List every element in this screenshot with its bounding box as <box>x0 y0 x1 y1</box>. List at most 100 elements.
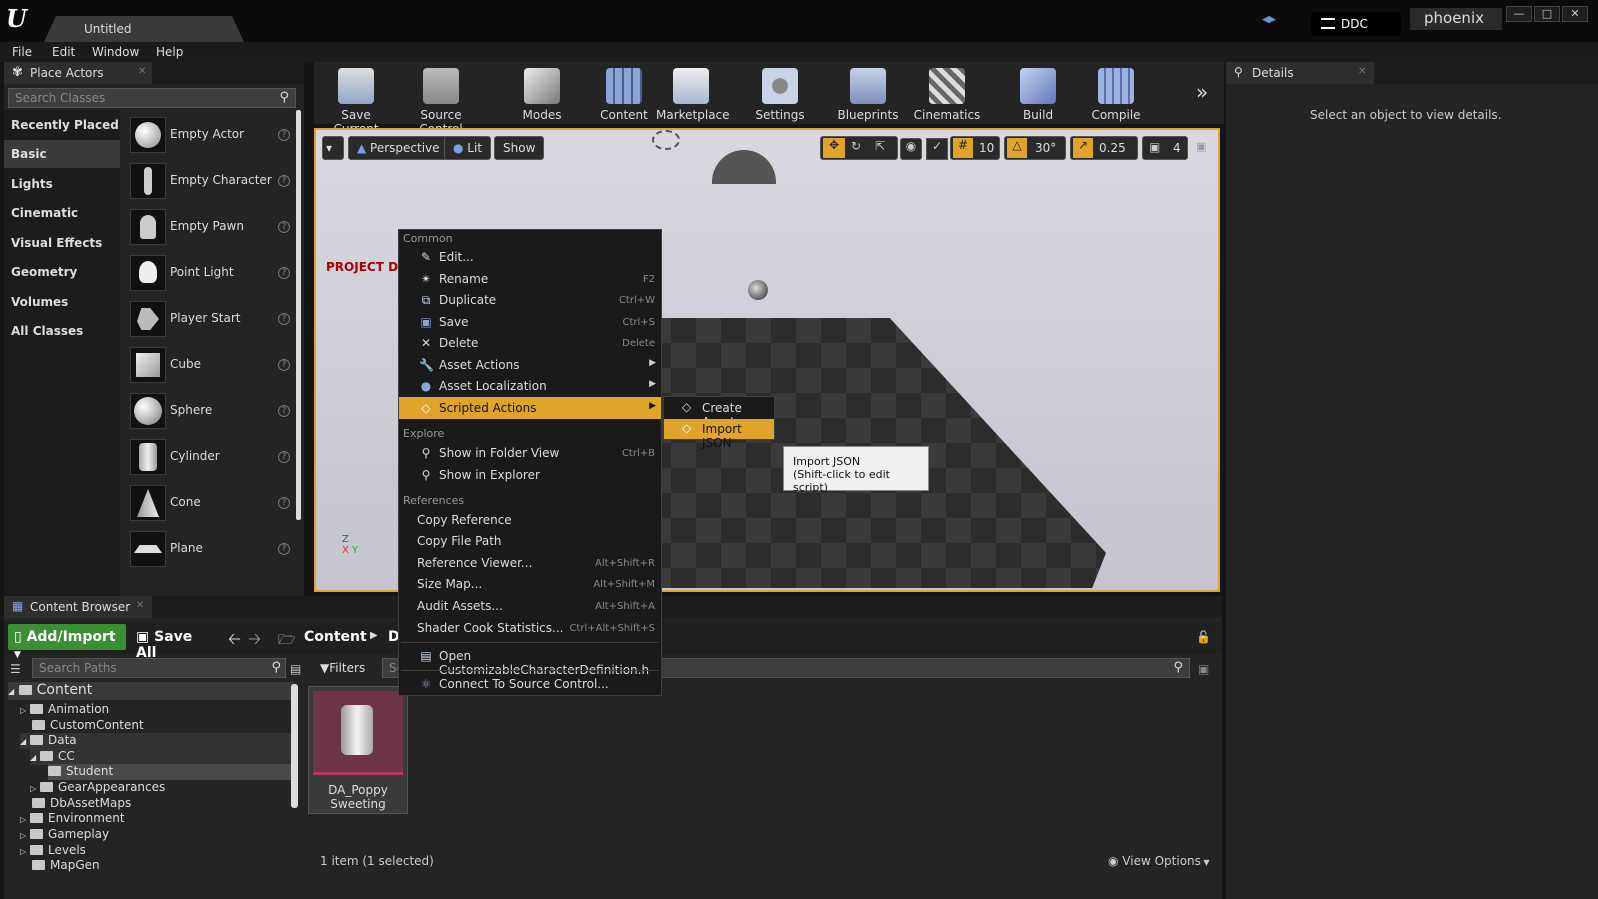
menu-file[interactable]: File <box>12 45 32 59</box>
menu-item-copy-file-path[interactable]: Copy File Path <box>399 530 661 552</box>
tree-node-customcontent[interactable]: CustomContent <box>32 718 144 734</box>
menu-item-save[interactable]: ▣ Save Ctrl+S <box>399 311 661 333</box>
help-icon[interactable]: ? <box>278 175 290 187</box>
category-volumes[interactable]: Volumes <box>4 288 120 316</box>
lock-icon[interactable]: 🔓 <box>1196 630 1211 644</box>
rotate-tool-icon[interactable]: ↻ <box>851 139 861 153</box>
help-icon[interactable]: ? <box>278 405 290 417</box>
viewport-options-button[interactable]: ▾ <box>322 136 344 160</box>
menu-help[interactable]: Help <box>156 45 183 59</box>
menu-item-connect-source-control[interactable]: ⚛ Connect To Source Control... <box>399 673 661 695</box>
menu-item-asset-localization[interactable]: ● Asset Localization ▶ <box>399 375 661 397</box>
tree-node-gearappearances[interactable]: ▷ GearAppearances <box>30 780 165 796</box>
close-tab-icon[interactable]: ✕ <box>138 66 146 77</box>
menu-item-audit-assets[interactable]: Audit Assets... Alt+Shift+A <box>399 595 661 617</box>
filters-button[interactable]: ▼Filters <box>316 658 376 678</box>
tree-node-data[interactable]: ◢ Data <box>20 733 294 749</box>
breadcrumb-arrow-icon[interactable]: ▶ <box>370 630 378 641</box>
ddc-indicator[interactable]: DDC <box>1311 12 1401 36</box>
category-visual-effects[interactable]: Visual Effects <box>4 229 120 257</box>
source-control-button[interactable]: Source Control <box>398 62 484 136</box>
cinematics-button[interactable]: Cinematics <box>912 62 982 124</box>
actor-item-cone[interactable]: Cone? <box>126 481 296 525</box>
menu-item-size-map[interactable]: Size Map... Alt+Shift+M <box>399 573 661 595</box>
actor-item-cube[interactable]: Cube? <box>126 343 296 387</box>
help-icon[interactable]: ? <box>278 313 290 325</box>
modes-button[interactable]: Modes <box>512 62 572 124</box>
help-icon[interactable]: ? <box>278 267 290 279</box>
menu-item-import-json[interactable]: ◇ Import JSON <box>664 419 774 450</box>
tree-node-content[interactable]: ◢ Content <box>8 682 294 700</box>
blueprints-button[interactable]: Blueprints <box>834 62 902 124</box>
asset-tile[interactable]: DA_Poppy Sweeting <box>308 686 408 814</box>
search-classes-input[interactable]: Search Classes ⚲ <box>8 88 296 108</box>
close-button[interactable]: ✕ <box>1562 6 1588 22</box>
maximize-viewport-icon[interactable]: ▣ <box>1196 140 1206 153</box>
scale-tool-icon[interactable]: ⇱ <box>875 139 885 153</box>
menu-item-reference-viewer[interactable]: Reference Viewer... Alt+Shift+R <box>399 552 661 574</box>
actor-item-player-start[interactable]: Player Start? <box>126 297 296 341</box>
tree-node-animation[interactable]: ▷ Animation <box>20 702 109 718</box>
menu-item-shader-cook-statistics[interactable]: Shader Cook Statistics... Ctrl+Alt+Shift+… <box>399 617 661 639</box>
minimize-button[interactable]: — <box>1506 6 1532 22</box>
actor-item-empty-actor[interactable]: Empty Actor? <box>126 113 296 157</box>
grid-icon[interactable]: # <box>953 138 973 158</box>
marketplace-button[interactable]: Marketplace <box>656 62 730 124</box>
scale-snap-icon[interactable]: ↗ <box>1073 138 1093 158</box>
world-local-icon[interactable]: ◉ <box>900 138 922 160</box>
menu-item-show-in-folder-view[interactable]: ⚲ Show in Folder View Ctrl+B <box>399 442 661 464</box>
tree-node-dbassetmaps[interactable]: DbAssetMaps <box>32 796 131 812</box>
category-recently-placed[interactable]: Recently Placed <box>4 111 120 139</box>
document-tab[interactable]: Untitled <box>44 16 244 42</box>
menu-item-rename[interactable]: ✴ Rename F2 <box>399 268 661 290</box>
menu-item-delete[interactable]: ✕ Delete Delete <box>399 332 661 354</box>
menu-item-edit[interactable]: ✎ Edit... <box>399 246 661 268</box>
lit-button[interactable]: ● Lit <box>444 136 492 160</box>
scrollbar[interactable] <box>296 110 301 520</box>
back-arrow-icon[interactable]: 🡠 <box>228 628 241 655</box>
save-current-button[interactable]: Save Current <box>318 62 394 136</box>
help-icon[interactable]: ? <box>278 129 290 141</box>
help-icon[interactable]: ? <box>278 451 290 463</box>
scale-snap-control[interactable]: ↗ 0.25 <box>1070 136 1138 160</box>
help-icon[interactable]: ? <box>278 497 290 509</box>
menu-item-open-header[interactable]: ▤ Open CustomizableCharacterDefinition.h <box>399 645 661 677</box>
actor-item-empty-pawn[interactable]: Empty Pawn? <box>126 205 296 249</box>
save-all-button[interactable]: ▣ Save All <box>134 624 214 661</box>
show-button[interactable]: Show <box>494 136 545 160</box>
expand-toolbar-icon[interactable]: » <box>1196 80 1208 104</box>
help-icon[interactable]: ? <box>278 359 290 371</box>
view-options-button[interactable]: ◉ View Options ▼ <box>1108 854 1210 868</box>
menu-item-asset-actions[interactable]: 🔧 Asset Actions ▶ <box>399 354 661 376</box>
search-icon[interactable]: ⚲ <box>1173 660 1183 675</box>
menu-item-show-in-explorer[interactable]: ⚲ Show in Explorer <box>399 464 661 486</box>
perspective-button[interactable]: ▲ Perspective <box>348 136 449 160</box>
rotation-value[interactable]: 30° <box>1035 141 1056 155</box>
help-icon[interactable]: ? <box>278 221 290 233</box>
maximize-button[interactable]: □ <box>1534 6 1560 22</box>
search-icon[interactable]: ⚲ <box>279 90 289 105</box>
content-button[interactable]: Content <box>596 62 652 124</box>
menu-edit[interactable]: Edit <box>52 45 75 59</box>
category-cinematic[interactable]: Cinematic <box>4 199 120 227</box>
menu-item-scripted-actions[interactable]: ◇ Scripted Actions ▶ <box>399 397 661 419</box>
settings-button[interactable]: Settings <box>748 62 812 124</box>
save-search-icon[interactable]: ▣ <box>1198 662 1209 676</box>
move-tool-icon[interactable]: ✥ <box>823 138 845 158</box>
camera-speed-control[interactable]: ▣ 4 <box>1142 136 1188 160</box>
transform-tools[interactable]: ✥ ↻ ⇱ <box>820 136 898 160</box>
place-actors-tab[interactable]: ✾ Place Actors ✕ <box>4 62 152 84</box>
category-all-classes[interactable]: All Classes <box>4 317 120 345</box>
tree-scrollbar[interactable] <box>291 684 298 808</box>
actor-item-empty-character[interactable]: Empty Character? <box>126 159 296 203</box>
actor-item-cylinder[interactable]: Cylinder? <box>126 435 296 479</box>
grid-snap-control[interactable]: # 10 <box>950 136 1000 160</box>
compile-button[interactable]: Compile <box>1090 62 1142 124</box>
surface-snap-icon[interactable]: ✓ <box>926 138 948 160</box>
breadcrumb-content[interactable]: Content <box>304 629 367 645</box>
category-geometry[interactable]: Geometry <box>4 258 120 286</box>
scale-value[interactable]: 0.25 <box>1099 141 1126 155</box>
camera-speed-value[interactable]: 4 <box>1173 141 1181 155</box>
content-browser-tab[interactable]: ▦ Content Browser ✕ <box>4 596 152 618</box>
menu-item-create-asset[interactable]: ◇Create Asset <box>664 398 774 429</box>
